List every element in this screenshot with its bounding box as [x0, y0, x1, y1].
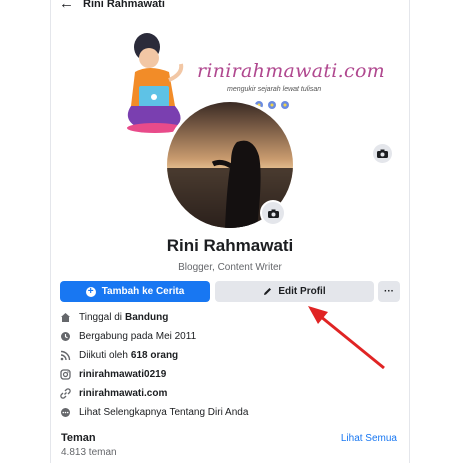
intro-details: Tinggal di Bandung Bergabung pada Mei 20… — [59, 308, 399, 422]
profile-bio: Blogger, Content Writer — [178, 262, 282, 273]
info-website[interactable]: rinirahmawati.com — [59, 384, 399, 403]
link-icon — [59, 388, 71, 400]
instagram-handle: rinirahmawati0219 — [79, 369, 167, 380]
clock-icon — [59, 331, 71, 343]
avatar-camera-button[interactable] — [260, 200, 286, 226]
cover-tagline: mengukir sejarah lewat tulisan — [227, 86, 322, 93]
camera-icon — [267, 209, 279, 218]
info-hometown: Tinggal di Bandung — [59, 308, 399, 327]
website-link: rinirahmawati.com — [79, 388, 168, 399]
camera-icon — [377, 149, 388, 158]
more-options-button[interactable]: ··· — [378, 281, 400, 302]
top-bar: ← Rini Rahmawati — [51, 0, 409, 14]
instagram-icon — [59, 369, 71, 381]
more-dots-icon — [59, 407, 71, 419]
pencil-icon — [264, 288, 272, 295]
plus-icon: + — [85, 286, 96, 297]
add-to-story-label: Tambah ke Cerita — [101, 286, 185, 297]
followers-value[interactable]: 618 orang — [131, 350, 178, 361]
page-title: Rini Rahmawati — [83, 0, 165, 10]
profile-name: Rini Rahmawati — [166, 236, 294, 255]
edit-profile-label: Edit Profil — [278, 286, 326, 297]
info-followers: Diikuti oleh 618 orang — [59, 346, 399, 365]
cover-camera-button[interactable] — [373, 144, 392, 163]
see-more-about-label: Lihat Selengkapnya Tentang Diri Anda — [79, 407, 249, 418]
back-arrow-icon[interactable]: ← — [59, 0, 74, 11]
see-all-friends-link[interactable]: Lihat Semua — [341, 433, 397, 444]
profile-screen: ← Rini Rahmawati rinirahmawati.com mengu… — [51, 0, 409, 463]
joined-text: Bergabung pada Mei 2011 — [79, 331, 197, 342]
hometown-value[interactable]: Bandung — [125, 312, 168, 323]
cover-brand-name: rinirahmawati.com — [197, 60, 386, 82]
edit-profile-button[interactable]: Edit Profil — [215, 281, 374, 302]
followers-prefix: Diikuti oleh — [79, 350, 128, 361]
friends-count: 4.813 teman — [61, 447, 117, 458]
rss-icon — [59, 350, 71, 362]
more-options-label: ··· — [384, 286, 394, 297]
hometown-prefix: Tinggal di — [79, 312, 122, 323]
info-instagram[interactable]: rinirahmawati0219 — [59, 365, 399, 384]
friends-heading: Teman — [61, 432, 96, 444]
info-see-more[interactable]: Lihat Selengkapnya Tentang Diri Anda — [59, 403, 399, 422]
add-to-story-button[interactable]: + Tambah ke Cerita — [60, 281, 210, 302]
home-icon — [59, 312, 71, 324]
info-joined: Bergabung pada Mei 2011 — [59, 327, 399, 346]
